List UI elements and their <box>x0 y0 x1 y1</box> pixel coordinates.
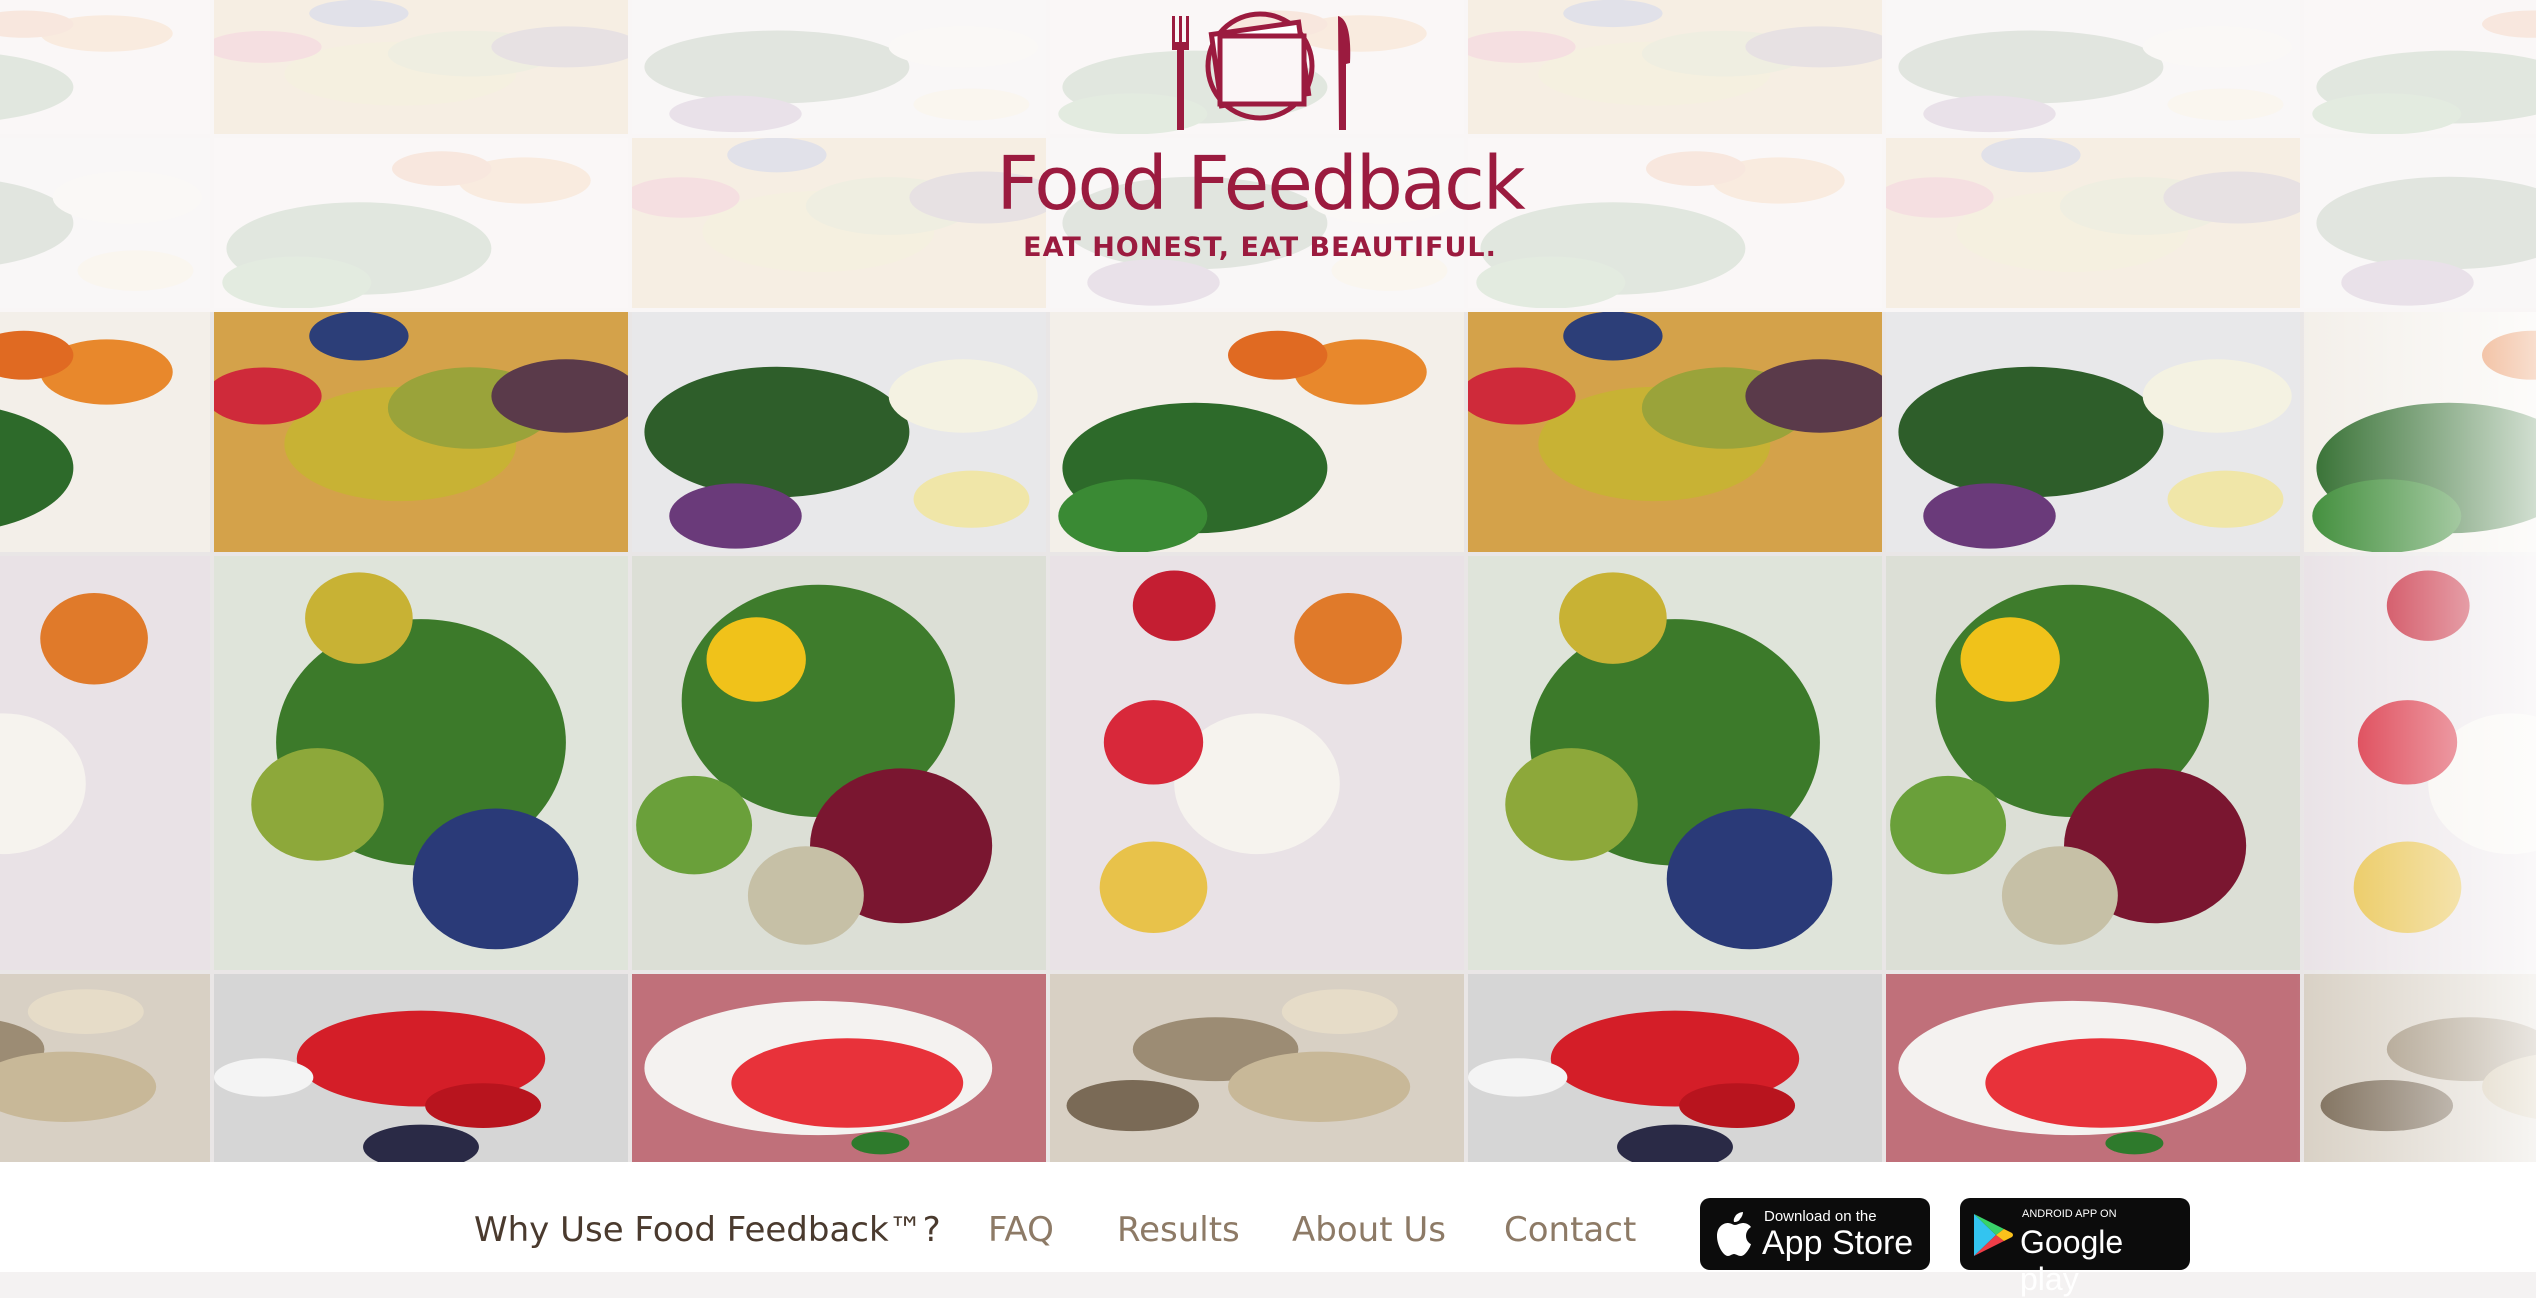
google-play-badge[interactable]: ANDROID APP ON Google play <box>1960 1198 2190 1270</box>
google-play-small-text: ANDROID APP ON <box>2022 1208 2117 1220</box>
food-photo-salad-mango-berries <box>632 556 1046 970</box>
right-edge-fade <box>2296 312 2536 1162</box>
food-photo-greens-with-cheese <box>1886 312 2300 552</box>
logo[interactable]: Food Feedback EAT HONEST, EAT BEAUTIFUL. <box>960 8 1560 278</box>
fork-plate-knife-icon <box>1160 8 1360 133</box>
food-photo-roasted-pumpkin-seeds <box>0 974 210 1162</box>
nav-why-use[interactable]: Why Use Food Feedback™? <box>474 1210 941 1250</box>
food-photo-strawberries <box>214 974 628 1162</box>
food-photo-fruit-ricotta-plate <box>0 556 210 970</box>
nav-about-us[interactable]: About Us <box>1292 1210 1446 1250</box>
footer-nav: Why Use Food Feedback™? FAQ Results Abou… <box>0 1162 2536 1272</box>
apple-icon <box>1714 1212 1754 1258</box>
google-play-icon <box>1972 1212 2014 1258</box>
brand-name: Food Feedback <box>960 141 1560 227</box>
nav-results[interactable]: Results <box>1117 1210 1240 1250</box>
food-photo-roasted-pumpkin-seeds <box>1050 974 1464 1162</box>
nav-faq[interactable]: FAQ <box>988 1210 1054 1250</box>
food-photo-strawberries <box>1468 974 1882 1162</box>
nav-contact[interactable]: Contact <box>1504 1210 1636 1250</box>
app-store-big-text: App Store <box>1762 1224 1913 1263</box>
food-photo-salad-mango-berries <box>1886 556 2300 970</box>
app-store-small-text: Download on the <box>1764 1208 1877 1225</box>
food-photo-mixed-salad-blueberries <box>214 556 628 970</box>
food-photo-watermelon-bowl <box>1886 974 2300 1162</box>
food-photo-watermelon-bowl <box>632 974 1046 1162</box>
food-photo-fruit-ricotta-plate <box>1050 556 1464 970</box>
food-photo-mixed-salad-blueberries <box>1468 556 1882 970</box>
food-photo-salad-with-oranges <box>1050 312 1464 552</box>
food-photo-fruit-platter-avocado-figs <box>1468 312 1882 552</box>
google-play-big-text: Google play <box>2020 1224 2190 1298</box>
food-photo-salad-with-oranges <box>0 312 210 552</box>
tagline: EAT HONEST, EAT BEAUTIFUL. <box>960 232 1560 263</box>
food-photo-fruit-platter-avocado-figs <box>214 312 628 552</box>
app-store-badge[interactable]: Download on the App Store <box>1700 1198 1930 1270</box>
food-photo-greens-with-cheese <box>632 312 1046 552</box>
